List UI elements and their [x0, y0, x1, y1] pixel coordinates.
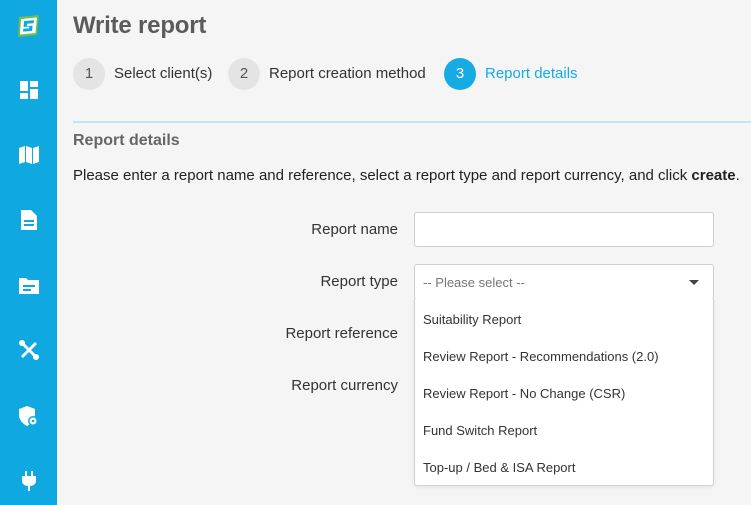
- step-number: 2: [228, 57, 260, 90]
- report-name-input[interactable]: [414, 212, 714, 247]
- report-name-label: Report name: [311, 221, 398, 238]
- chevron-down-icon: [689, 280, 699, 285]
- page-title: Write report: [73, 12, 207, 39]
- dropdown-option-fund-switch-report[interactable]: Fund Switch Report: [415, 412, 713, 449]
- dropdown-option-top-up-bed-isa-report[interactable]: Top-up / Bed & ISA Report: [415, 449, 713, 486]
- step-select-clients[interactable]: 1 Select client(s): [73, 57, 212, 90]
- dropdown-option-review-report-no-change[interactable]: Review Report - No Change (CSR): [415, 375, 713, 412]
- instructions-text: Please enter a report name and reference…: [73, 167, 740, 184]
- step-report-details[interactable]: 3 Report details: [444, 57, 578, 90]
- plug-icon[interactable]: [0, 461, 57, 501]
- dropdown-option-review-report-recommendations[interactable]: Review Report - Recommendations (2.0): [415, 338, 713, 375]
- sidebar: [0, 0, 57, 505]
- dropdown-option-suitability-report[interactable]: Suitability Report: [415, 301, 713, 338]
- step-label: Select client(s): [114, 65, 213, 82]
- step-label: Report creation method: [269, 65, 426, 82]
- instructions-suffix: .: [735, 167, 740, 184]
- report-type-label: Report type: [320, 273, 398, 290]
- folder-icon[interactable]: [0, 265, 57, 305]
- map-icon[interactable]: [0, 135, 57, 175]
- main-content: Write report 1 Select client(s) 2 Report…: [57, 0, 751, 505]
- instructions-prefix: Please enter a report name and reference…: [73, 167, 692, 184]
- report-type-select[interactable]: -- Please select --: [414, 264, 714, 300]
- report-type-dropdown: Suitability Report Review Report - Recom…: [414, 299, 714, 486]
- step-number: 3: [444, 57, 476, 90]
- dashboard-icon[interactable]: [0, 70, 57, 110]
- brand-logo-icon[interactable]: [0, 6, 57, 46]
- shield-settings-icon[interactable]: [0, 396, 57, 436]
- report-reference-label: Report reference: [285, 325, 398, 342]
- section-title: Report details: [73, 132, 180, 149]
- tools-icon[interactable]: [0, 330, 57, 370]
- document-icon[interactable]: [0, 200, 57, 240]
- steps-divider: [73, 121, 751, 123]
- instructions-action: create: [691, 167, 736, 184]
- step-label: Report details: [485, 65, 578, 82]
- step-number: 1: [73, 57, 105, 90]
- report-currency-label: Report currency: [291, 377, 398, 394]
- step-report-creation-method[interactable]: 2 Report creation method: [228, 57, 426, 90]
- report-type-selected-value: -- Please select --: [423, 275, 525, 290]
